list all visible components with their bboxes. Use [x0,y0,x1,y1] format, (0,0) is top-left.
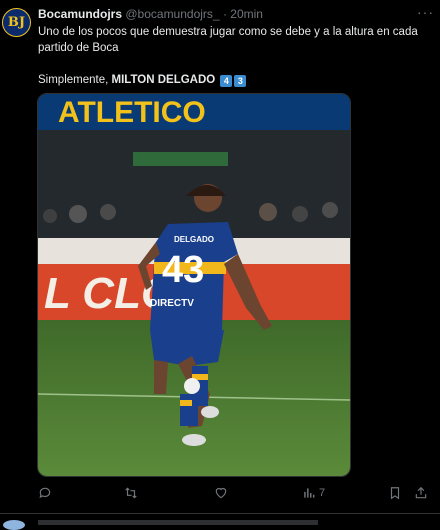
tweet-card[interactable]: BJ Bocamundojrs @bocamundojrs_ · 20min ·… [0,0,440,514]
jersey-sponsor: DIRECTV [150,298,194,309]
views-count: 7 [319,487,326,499]
views-button[interactable]: 7 [302,486,325,500]
football [184,378,200,394]
keycap-3: 3 [234,75,247,87]
share-button[interactable] [414,486,428,500]
player-name: MILTON DELGADO [111,74,216,86]
jersey-name: DELGADO [174,235,214,244]
tweet-line-2: Simplemente, MILTON DELGADO 43 [38,72,424,88]
tweet-line-1: Uno de los pocos que demuestra jugar com… [38,26,418,54]
photo-illustration: ATLETICO L CLOT DELGADO 43 DIRECTV [38,94,350,476]
reply-button[interactable] [38,486,52,500]
tweet-header: Bocamundojrs @bocamundojrs_ · 20min [38,7,263,21]
display-name[interactable]: Bocamundojrs [38,7,122,21]
share-icon [415,486,427,499]
tweet-photo[interactable]: ATLETICO L CLOT DELGADO 43 DIRECTV [37,93,351,477]
banner-text: ATLETICO [58,96,206,129]
retweet-button[interactable] [124,486,138,500]
line2-prefix: Simplemente, [38,74,112,86]
avatar[interactable]: BJ [2,8,31,37]
reply-icon [39,487,51,499]
more-options-icon[interactable]: ··· [417,4,434,20]
retweet-icon [125,487,137,499]
avatar-logo: BJ [7,15,26,30]
heart-icon [215,487,227,499]
keycap-4: 4 [220,75,233,87]
timestamp[interactable]: 20min [230,7,263,21]
next-tweet-avatar [3,520,25,530]
tweet-text: Uno de los pocos que demuestra jugar com… [38,24,424,88]
like-button[interactable] [214,486,228,500]
next-tweet-header [38,520,318,525]
handle[interactable]: @bocamundojrs_ [125,7,219,21]
bookmark-icon [390,487,400,500]
jersey-number: 43 [162,249,204,291]
tweet-actions: 7 [38,486,428,502]
bookmark-button[interactable] [388,486,402,500]
next-tweet-preview[interactable] [0,518,440,530]
separator: · [222,7,227,21]
views-icon [304,488,315,498]
